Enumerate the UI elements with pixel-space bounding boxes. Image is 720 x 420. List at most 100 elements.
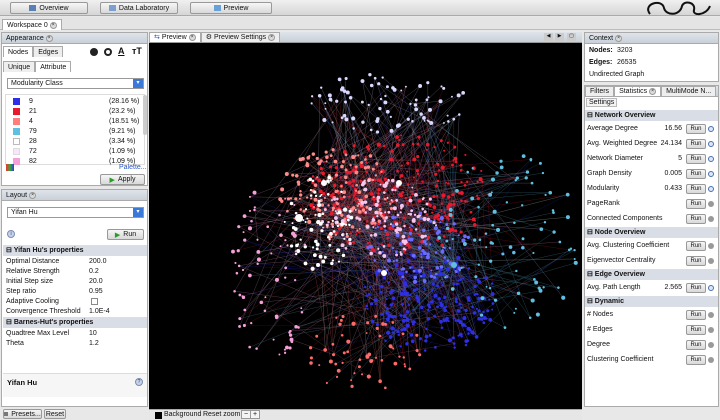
- size-icon[interactable]: [104, 48, 112, 56]
- node[interactable]: [344, 76, 348, 81]
- node[interactable]: [380, 312, 384, 316]
- data-laboratory-button[interactable]: Data Laboratory: [100, 2, 178, 14]
- node[interactable]: [364, 158, 367, 161]
- node[interactable]: [447, 320, 450, 323]
- node[interactable]: [324, 102, 327, 105]
- node[interactable]: [426, 238, 429, 241]
- node[interactable]: [331, 209, 334, 212]
- node[interactable]: [388, 226, 393, 231]
- node[interactable]: [387, 178, 390, 182]
- report-icon[interactable]: [708, 141, 714, 147]
- node[interactable]: [419, 216, 423, 220]
- node[interactable]: [383, 191, 386, 194]
- node[interactable]: [391, 321, 395, 324]
- node[interactable]: [388, 250, 391, 253]
- node[interactable]: [343, 175, 348, 180]
- node[interactable]: [340, 213, 344, 217]
- node[interactable]: [316, 262, 321, 267]
- node[interactable]: [336, 248, 341, 253]
- node[interactable]: [439, 319, 443, 324]
- node[interactable]: [345, 232, 348, 235]
- node[interactable]: [335, 375, 339, 378]
- node[interactable]: [474, 275, 478, 279]
- run-button[interactable]: Run: [686, 139, 706, 149]
- node[interactable]: [409, 266, 412, 269]
- node[interactable]: [448, 213, 453, 217]
- node[interactable]: [313, 197, 318, 202]
- node[interactable]: [428, 197, 432, 201]
- node[interactable]: [309, 356, 313, 360]
- overview-button[interactable]: Overview: [10, 2, 88, 14]
- node[interactable]: [420, 234, 425, 239]
- node[interactable]: [425, 327, 428, 331]
- node[interactable]: [283, 220, 286, 223]
- node[interactable]: [415, 333, 419, 337]
- node[interactable]: [390, 178, 395, 183]
- node[interactable]: [289, 244, 294, 248]
- scrollbar[interactable]: [143, 95, 147, 135]
- node[interactable]: [345, 90, 350, 95]
- node[interactable]: [394, 228, 399, 233]
- node[interactable]: [279, 233, 283, 237]
- node[interactable]: [378, 207, 382, 212]
- node[interactable]: [377, 225, 379, 228]
- node[interactable]: [236, 249, 240, 253]
- node[interactable]: [365, 304, 369, 308]
- node[interactable]: [306, 156, 310, 160]
- node[interactable]: [363, 166, 368, 170]
- node[interactable]: [418, 84, 423, 88]
- node[interactable]: [401, 332, 405, 336]
- node[interactable]: [327, 180, 330, 184]
- node[interactable]: [353, 372, 356, 375]
- node[interactable]: [399, 251, 402, 254]
- node[interactable]: [341, 234, 344, 236]
- node[interactable]: [404, 231, 407, 235]
- node[interactable]: [380, 358, 384, 362]
- node[interactable]: [312, 205, 316, 209]
- node[interactable]: [391, 215, 395, 220]
- node[interactable]: [472, 311, 477, 315]
- node[interactable]: [388, 335, 393, 339]
- node[interactable]: [399, 291, 404, 297]
- node[interactable]: [323, 348, 328, 352]
- node[interactable]: [334, 362, 338, 366]
- node[interactable]: [445, 223, 449, 227]
- node[interactable]: [295, 243, 299, 248]
- node[interactable]: [293, 217, 296, 220]
- node[interactable]: [238, 317, 242, 321]
- node[interactable]: [390, 304, 393, 307]
- node[interactable]: [457, 234, 460, 237]
- node[interactable]: [381, 250, 384, 253]
- node[interactable]: [573, 257, 576, 260]
- node[interactable]: [304, 208, 308, 211]
- node[interactable]: [427, 96, 430, 99]
- label-color-icon[interactable]: A: [118, 46, 125, 56]
- run-button[interactable]: Run: [686, 199, 706, 209]
- node[interactable]: [332, 353, 336, 357]
- node[interactable]: [365, 224, 370, 229]
- node[interactable]: [357, 231, 360, 234]
- node[interactable]: [528, 316, 532, 320]
- node[interactable]: [467, 288, 470, 291]
- color-swatch[interactable]: [13, 158, 20, 165]
- node[interactable]: [321, 259, 326, 264]
- node[interactable]: [415, 294, 419, 298]
- layout-algorithm-dropdown[interactable]: Yifan Hu ▾: [7, 207, 144, 218]
- node[interactable]: [411, 224, 414, 227]
- node[interactable]: [294, 252, 298, 256]
- node[interactable]: [423, 119, 426, 122]
- node[interactable]: [395, 199, 399, 202]
- node[interactable]: [420, 256, 423, 258]
- node[interactable]: [399, 211, 402, 214]
- node[interactable]: [398, 138, 401, 142]
- node[interactable]: [515, 269, 518, 273]
- node[interactable]: [371, 167, 375, 171]
- node[interactable]: [476, 292, 479, 296]
- node[interactable]: [253, 208, 256, 212]
- network-graph[interactable]: [149, 43, 582, 409]
- node[interactable]: [422, 116, 426, 120]
- node[interactable]: [369, 244, 373, 249]
- node[interactable]: [374, 174, 378, 177]
- node[interactable]: [395, 251, 398, 254]
- node[interactable]: [442, 246, 445, 249]
